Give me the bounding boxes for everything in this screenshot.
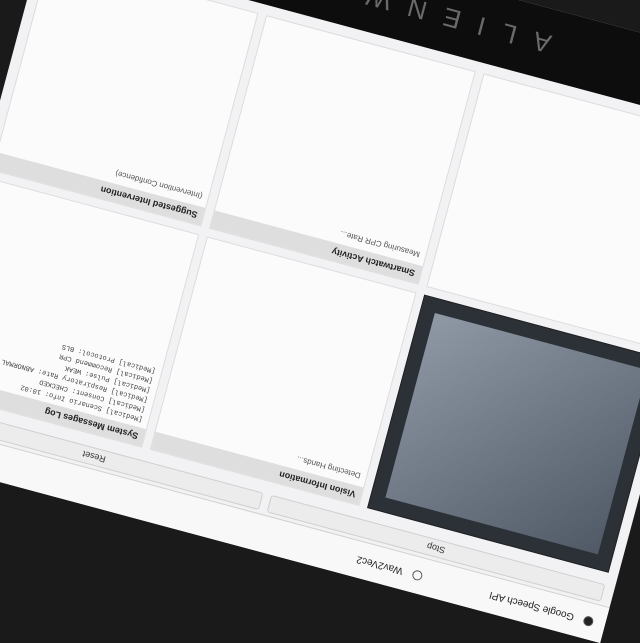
camera-feed-image	[385, 313, 640, 555]
vision-panel: Vision Information Detecting Hands...	[149, 236, 417, 507]
monitor-screen: Google Speech API Wav2Vec2 Stop Reset Vi…	[0, 0, 640, 643]
google-speech-radio[interactable]	[582, 615, 595, 628]
wav2vec-label: Wav2Vec2	[355, 553, 405, 577]
watch-panel: Smartwatch Activity Measuring CPR Rate..…	[209, 15, 477, 285]
wav2vec-radio[interactable]	[410, 569, 424, 582]
